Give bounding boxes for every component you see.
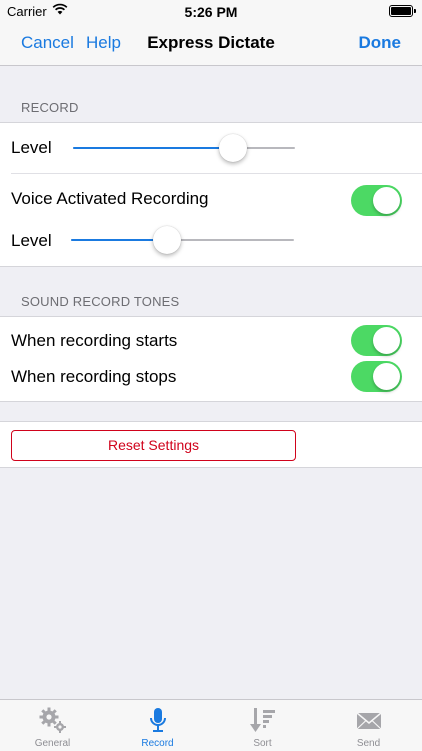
tab-general[interactable]: General xyxy=(0,700,105,751)
recording-stops-label: When recording stops xyxy=(11,367,177,386)
status-bar: Carrier 5:26 PM xyxy=(0,0,422,22)
voice-activated-toggle[interactable] xyxy=(351,185,402,216)
toggle-knob xyxy=(373,327,400,354)
toggle-knob xyxy=(373,187,400,214)
reset-settings-button[interactable]: Reset Settings xyxy=(11,430,296,461)
status-time: 5:26 PM xyxy=(184,4,238,20)
tones-section-header: SOUND RECORD TONES xyxy=(21,294,180,309)
gears-icon xyxy=(0,706,105,734)
tab-record-label: Record xyxy=(141,738,174,749)
tab-send[interactable]: Send xyxy=(315,700,422,751)
battery-icon xyxy=(389,5,416,17)
voice-level-slider[interactable] xyxy=(71,226,294,254)
row-divider xyxy=(11,173,422,174)
recording-stops-toggle[interactable] xyxy=(351,361,402,392)
record-level-slider-thumb[interactable] xyxy=(218,134,247,162)
tab-sort[interactable]: Sort xyxy=(210,700,315,751)
record-section-header: RECORD xyxy=(21,100,79,115)
tab-bar: General Record Sort Send xyxy=(0,699,422,751)
sort-icon xyxy=(210,706,315,734)
record-level-slider-fill xyxy=(73,147,233,149)
reset-group: Reset Settings xyxy=(0,421,422,468)
voice-level-slider-thumb[interactable] xyxy=(152,226,181,254)
navigation-bar: Cancel Help Express Dictate Done xyxy=(0,22,422,66)
toggle-knob xyxy=(373,363,400,390)
recording-starts-label: When recording starts xyxy=(11,331,178,350)
voice-activated-label: Voice Activated Recording xyxy=(11,189,209,208)
record-settings-group: Level Voice Activated Recording Level xyxy=(0,122,422,267)
tab-record[interactable]: Record xyxy=(105,700,210,751)
done-button[interactable]: Done xyxy=(359,33,402,53)
record-level-label: Level xyxy=(11,138,52,157)
tab-send-label: Send xyxy=(356,738,381,749)
voice-level-label: Level xyxy=(11,231,52,250)
tones-settings-group: When recording starts When recording sto… xyxy=(0,316,422,402)
envelope-icon xyxy=(315,706,422,734)
recording-starts-toggle[interactable] xyxy=(351,325,402,356)
microphone-icon xyxy=(105,706,210,734)
tab-sort-label: Sort xyxy=(253,738,272,749)
tab-general-label: General xyxy=(34,738,71,749)
record-level-slider[interactable] xyxy=(73,134,295,162)
